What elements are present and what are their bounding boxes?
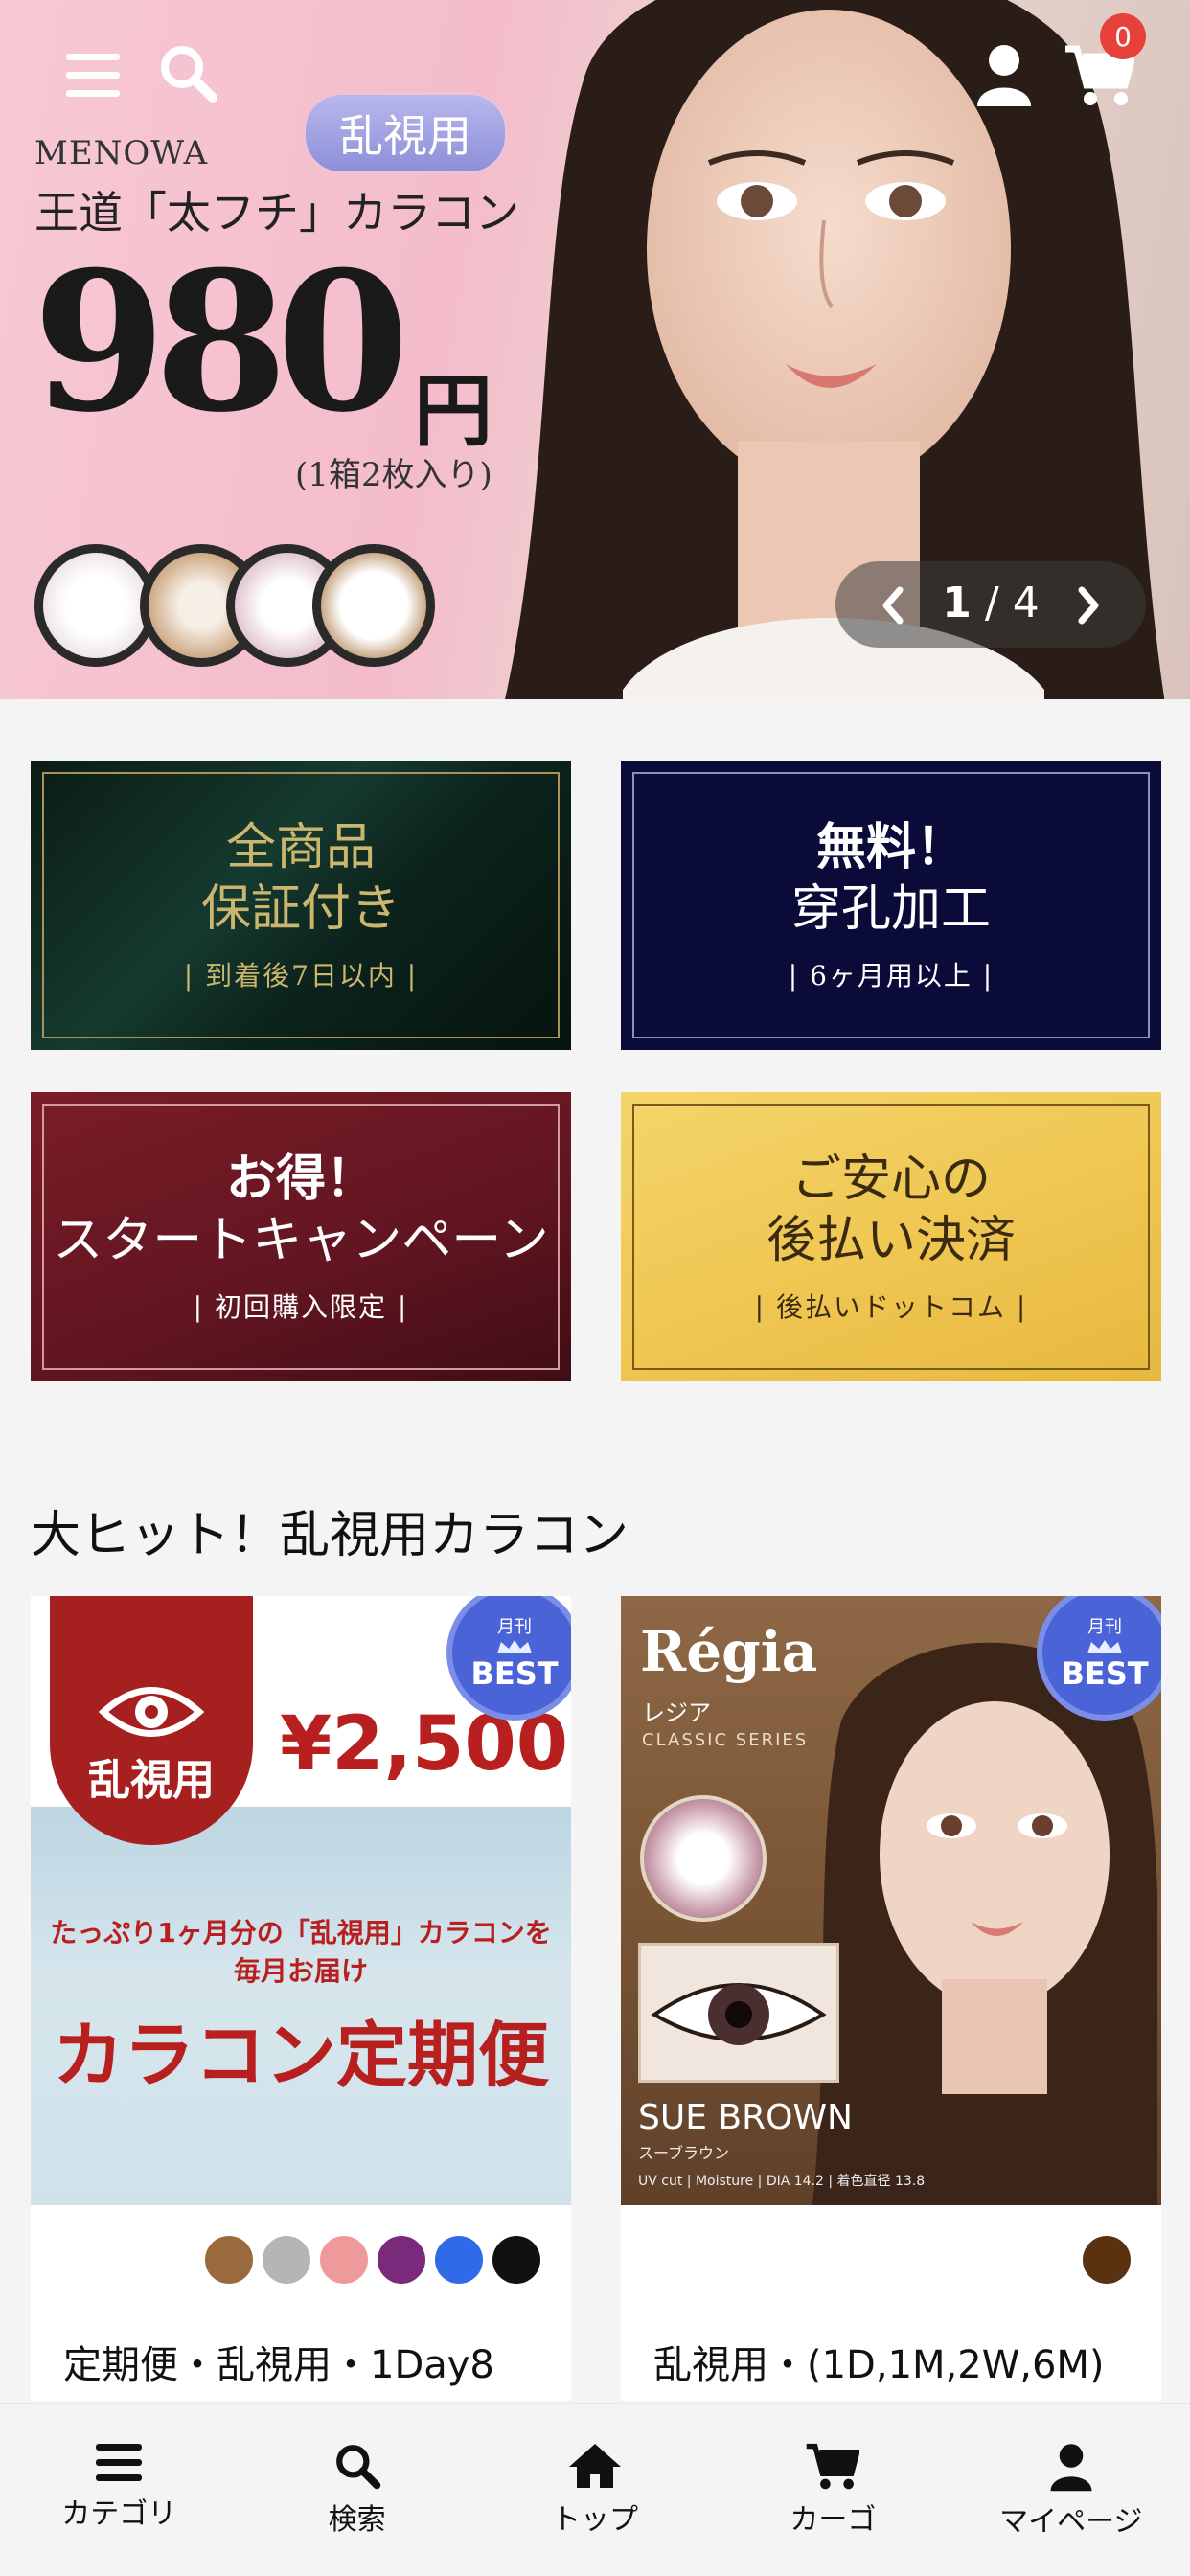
product-art-headline: カラコン定期便 [53,2015,549,2097]
crown-icon [1087,1640,1122,1653]
chevron-right-icon[interactable] [1060,577,1117,634]
product-art-specs: UV cut | Moisture | DIA 14.2 | 着色直径 13.8 [638,2174,926,2189]
feature-line2: スタートキャンペーン [53,1212,549,1269]
best-badge-month: 月刊 [497,1617,532,1637]
feature-line1: 無料！ [815,818,966,877]
feature-line2: 保証付き [200,880,400,938]
feature-sub: | 6ヶ月用以上 | [788,960,995,992]
product-title: 定期便・乱視用・1Day8 [63,2343,494,2387]
menu-icon[interactable] [59,42,126,109]
lens-sample [34,544,157,667]
product-card[interactable]: Régia レジア CLASSIC SERIES SUE BROWN スーブラウ… [621,1596,1161,2401]
product-art-sub: スーブラウン [638,2144,730,2162]
color-swatch[interactable] [320,2236,368,2284]
nav-label: カーゴ [790,2503,877,2537]
hero-header: 0 [0,0,1190,144]
product-card[interactable]: 乱視用 ¥2,500 たっぷり1ヶ月分の「乱視用」カラコンを 毎月お届け カラコ… [31,1596,571,2401]
nav-mypage[interactable]: マイページ [952,2404,1190,2576]
color-swatch[interactable] [378,2236,425,2284]
best-badge-month: 月刊 [1087,1617,1122,1637]
menu-icon [96,2444,143,2481]
hero-price: 980 [33,230,409,455]
search-icon [335,2445,380,2490]
best-badge-label: BEST [470,1655,559,1692]
feature-start-campaign-banner[interactable]: お得！ スタートキャンペーン | 初回購入限定 | [31,1092,571,1381]
feature-guarantee-banner[interactable]: 全商品 保証付き | 到着後7日以内 | [31,761,571,1050]
best-badge-label: BEST [1061,1655,1149,1692]
nav-cart[interactable]: カーゴ [714,2404,951,2576]
slider-controls: 1 / 4 [835,561,1146,648]
hero-price-unit: 円 [414,365,493,457]
nav-label: トップ [552,2503,639,2537]
product-art-series: CLASSIC SERIES [642,1730,809,1750]
feature-sub: | 到着後7日以内 | [183,960,419,992]
hero-brand: MENOWA [34,134,209,172]
eye-icon [99,1687,204,1737]
user-icon [1050,2444,1092,2492]
product-art-name: SUE BROWN [638,2098,853,2137]
color-swatches [205,2236,540,2284]
best-badge: 月刊 BEST [452,1596,571,1715]
product-image[interactable]: Régia レジア CLASSIC SERIES SUE BROWN スーブラウ… [621,1596,1161,2205]
home-icon [569,2444,622,2488]
nav-category[interactable]: カテゴリ [0,2404,238,2576]
slide-total: 4 [1012,579,1040,627]
feature-line2: 後払い決済 [766,1212,1016,1269]
product-art-line1: たっぷり1ヶ月分の「乱視用」カラコンを [50,1917,552,1949]
cart-count-badge: 0 [1100,13,1146,59]
color-swatch[interactable] [492,2236,540,2284]
bottom-navigation: カテゴリ 検索 トップ カーゴ マイページ [0,2403,1190,2576]
hero-banner[interactable]: 0 乱視用 MENOWA 王道「太フチ」カラコン 980 円 (1箱2枚入り) … [0,0,1190,699]
product-art-line2: 毎月お届け [233,1955,368,1987]
nav-label: カテゴリ [61,2497,177,2531]
color-swatch[interactable] [205,2236,253,2284]
nav-search[interactable]: 検索 [238,2404,475,2576]
slide-separator: / [971,579,1013,627]
product-art-price: ¥2,500 [280,1701,568,1788]
product-title: 乱視用・(1D,1M,2W,6M) [653,2343,1105,2387]
badge-label: 乱視用 [88,1756,215,1805]
product-art-kana: レジア [642,1699,711,1726]
product-model-image [812,1642,1157,2205]
color-swatch[interactable] [263,2236,310,2284]
lens-sample [640,1795,767,1922]
feature-deferred-payment-banner[interactable]: ご安心の 後払い決済 | 後払いドットコム | [621,1092,1161,1381]
section-title: 大ヒット！乱視用カラコン [31,1507,629,1564]
nav-top[interactable]: トップ [476,2404,714,2576]
nav-label: マイページ [999,2505,1143,2539]
lens-sample [312,544,435,667]
feature-line1: お得！ [225,1150,376,1208]
slide-current: 1 [942,579,972,627]
best-badge: 月刊 BEST [1042,1596,1161,1715]
nav-label: 検索 [328,2503,386,2537]
feature-free-piercing-banner[interactable]: 無料！ 穿孔加工 | 6ヶ月用以上 | [621,761,1161,1050]
cart-icon [807,2443,860,2490]
hero-note: (1箱2枚入り) [295,456,492,494]
color-swatch[interactable] [435,2236,483,2284]
astigmatism-tag: 乱視用 [303,92,508,174]
cart-icon[interactable]: 0 [1062,13,1146,111]
feature-line1: 全商品 [225,819,376,877]
search-icon[interactable] [153,38,222,107]
eye-closeup [638,1943,839,2083]
feature-sub: | 初回購入限定 | [193,1291,409,1323]
astigmatism-badge: 乱視用 [50,1596,253,1845]
color-swatch[interactable] [1083,2236,1131,2284]
feature-line2: 穿孔加工 [790,880,991,938]
product-image[interactable]: 乱視用 ¥2,500 たっぷり1ヶ月分の「乱視用」カラコンを 毎月お届け カラコ… [31,1596,571,2205]
product-art-brand: Régia [640,1619,818,1684]
color-swatches [1083,2236,1131,2284]
user-icon[interactable] [968,38,1041,111]
crown-icon [497,1640,532,1653]
feature-sub: | 後払いドットコム | [754,1291,1028,1323]
feature-line1: ご安心の [790,1151,991,1208]
